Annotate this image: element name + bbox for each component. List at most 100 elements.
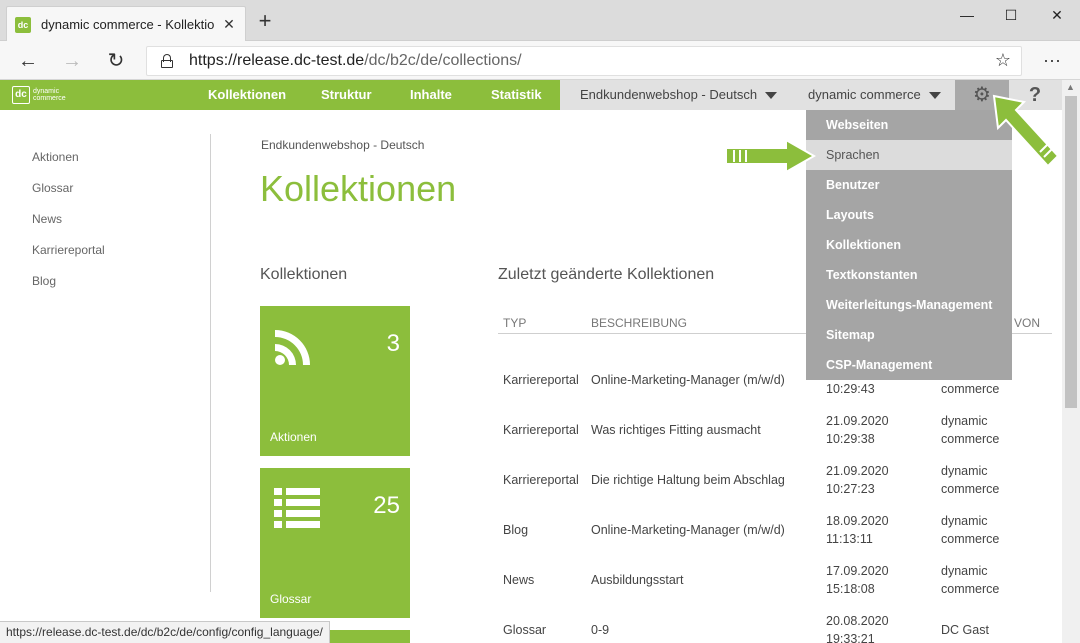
tile-count: 3 — [386, 330, 400, 357]
row-date-time: 21.09.2020 10:27:23 — [826, 462, 889, 498]
row-user-line1: dynamic — [941, 414, 988, 428]
scroll-up-icon[interactable]: ▲ — [1066, 82, 1075, 92]
pointer-arrow-gear-icon — [992, 94, 1060, 168]
row-user-line1: dynamic — [941, 464, 988, 478]
browser-tab-bar: dc dynamic commerce - Kollektionen ✕ + —… — [0, 0, 1080, 42]
menu-item-benutzer[interactable]: Benutzer — [806, 170, 1012, 200]
tile-glossar[interactable]: 25 Glossar — [260, 468, 410, 618]
company-select[interactable]: dynamic commerce — [808, 80, 941, 110]
shop-select-label: Endkundenwebshop - Deutsch — [580, 87, 758, 102]
rss-icon — [275, 330, 310, 365]
logo[interactable]: dc dynamic commerce — [12, 86, 66, 104]
row-time: 11:13:11 — [826, 532, 873, 546]
chevron-down-icon — [765, 92, 778, 100]
shop-select[interactable]: Endkundenwebshop - Deutsch — [580, 80, 778, 110]
sidebar-divider — [210, 134, 211, 592]
row-date-time: 20.08.2020 19:33:21 — [826, 612, 889, 643]
row-user-line2: commerce — [941, 532, 1000, 546]
tile-label: Glossar — [270, 592, 312, 606]
menu-item-layouts[interactable]: Layouts — [806, 200, 1012, 230]
row-date: 18.09.2020 — [826, 514, 889, 528]
favicon-icon: dc — [15, 16, 31, 33]
row-date: 20.08.2020 — [826, 614, 889, 628]
row-date-time: 17.09.2020 15:18:08 — [826, 562, 889, 598]
url-path: /dc/b2c/de/collections/ — [364, 52, 522, 69]
app-nav-bar: dc dynamic commerce Kollektionen Struktur… — [0, 80, 1062, 110]
row-user-line1: dynamic — [941, 564, 988, 578]
row-user: DC Gast — [941, 623, 989, 637]
forward-arrow-icon[interactable]: → — [56, 45, 88, 77]
th-typ: TYP — [503, 316, 527, 330]
row-typ: Glossar — [503, 623, 547, 637]
close-tab-icon[interactable]: ✕ — [221, 16, 237, 33]
th-von: VON — [1014, 316, 1041, 330]
sidebar-item-glossar[interactable]: Glossar — [32, 181, 73, 195]
row-beschreibung[interactable]: 0-9 — [591, 623, 609, 637]
url-host: https://release.dc-test.de — [189, 52, 365, 69]
row-typ: Karriereportal — [503, 373, 579, 387]
url-input[interactable]: https://release.dc-test.de/dc/b2c/de/col… — [146, 46, 1022, 76]
new-tab-button[interactable]: + — [254, 8, 276, 34]
row-time: 15:18:08 — [826, 582, 875, 596]
logo-line2: commerce — [33, 95, 66, 102]
logo-line1: dynamic — [33, 88, 60, 95]
nav-kollektionen[interactable]: Kollektionen — [208, 80, 286, 110]
row-user: dynamic commerce — [941, 562, 999, 598]
row-typ: Blog — [503, 523, 529, 537]
row-time: 10:27:23 — [826, 482, 875, 496]
scroll-thumb[interactable] — [1065, 96, 1077, 408]
row-date: 17.09.2020 — [826, 564, 889, 578]
row-beschreibung[interactable]: Die richtige Haltung beim Abschlag — [591, 473, 785, 487]
th-beschreibung: BESCHREIBUNG — [591, 316, 688, 330]
menu-item-sitemap[interactable]: Sitemap — [806, 320, 1012, 350]
menu-item-weiterleitungs-management[interactable]: Weiterleitungs-Management — [806, 290, 1012, 320]
nav-inhalte[interactable]: Inhalte — [410, 80, 452, 110]
refresh-icon[interactable]: ↻ — [100, 45, 132, 77]
tile-aktionen[interactable]: 3 Aktionen — [260, 306, 410, 456]
tile-label: Aktionen — [270, 430, 317, 444]
row-user: dynamic commerce — [941, 412, 999, 448]
row-date-time: 21.09.2020 10:29:38 — [826, 412, 889, 448]
lock-icon — [161, 54, 173, 68]
minimize-icon[interactable]: — — [944, 0, 990, 32]
menu-item-webseiten[interactable]: Webseiten — [806, 110, 1012, 140]
back-arrow-icon[interactable]: ← — [12, 45, 44, 77]
close-window-icon[interactable]: ✕ — [1034, 0, 1080, 32]
row-typ: Karriereportal — [503, 423, 579, 437]
row-date: 21.09.2020 — [826, 414, 889, 428]
maximize-icon[interactable]: ☐ — [988, 0, 1034, 32]
row-beschreibung[interactable]: Was richtiges Fitting ausmacht — [591, 423, 761, 437]
collections-section-title: Kollektionen — [260, 266, 348, 283]
favorite-star-icon[interactable]: ☆ — [995, 50, 1011, 71]
page-title: Kollektionen — [260, 168, 457, 209]
row-user-line2: commerce — [941, 432, 1000, 446]
row-beschreibung[interactable]: Online-Marketing-Manager (m/w/d) — [591, 373, 785, 387]
row-user: dynamic commerce — [941, 512, 999, 548]
row-time: 10:29:38 — [826, 432, 875, 446]
row-beschreibung[interactable]: Online-Marketing-Manager (m/w/d) — [591, 523, 785, 537]
sidebar-item-news[interactable]: News — [32, 212, 62, 226]
menu-item-sprachen[interactable]: Sprachen — [806, 140, 1012, 170]
sidebar-item-aktionen[interactable]: Aktionen — [32, 150, 79, 164]
scrollbar[interactable]: ▲ — [1062, 80, 1080, 643]
tab-title: dynamic commerce - Kollektionen — [41, 17, 215, 32]
menu-item-textkonstanten[interactable]: Textkonstanten — [806, 260, 1012, 290]
row-typ: Karriereportal — [503, 473, 579, 487]
pointer-arrow-icon — [725, 138, 816, 174]
more-options-icon[interactable]: ··· — [1040, 45, 1064, 75]
nav-statistik[interactable]: Statistik — [491, 80, 542, 110]
sidebar-item-karriereportal[interactable]: Karriereportal — [32, 243, 105, 257]
menu-item-kollektionen[interactable]: Kollektionen — [806, 230, 1012, 260]
nav-struktur[interactable]: Struktur — [321, 80, 372, 110]
row-user: commerce — [941, 382, 1000, 396]
row-user: dynamic commerce — [941, 462, 999, 498]
sidebar-item-blog[interactable]: Blog — [32, 274, 56, 288]
row-beschreibung[interactable]: Ausbildungsstart — [591, 573, 683, 587]
row-date: 21.09.2020 — [826, 464, 889, 478]
browser-tab[interactable]: dc dynamic commerce - Kollektionen ✕ — [6, 6, 246, 42]
row-user-line1: dynamic — [941, 514, 988, 528]
row-user-line2: commerce — [941, 582, 1000, 596]
row-time: 10:29:43 — [826, 382, 875, 396]
status-url: https://release.dc-test.de/dc/b2c/de/con… — [0, 621, 330, 643]
menu-item-csp-management[interactable]: CSP-Management — [806, 350, 1012, 380]
